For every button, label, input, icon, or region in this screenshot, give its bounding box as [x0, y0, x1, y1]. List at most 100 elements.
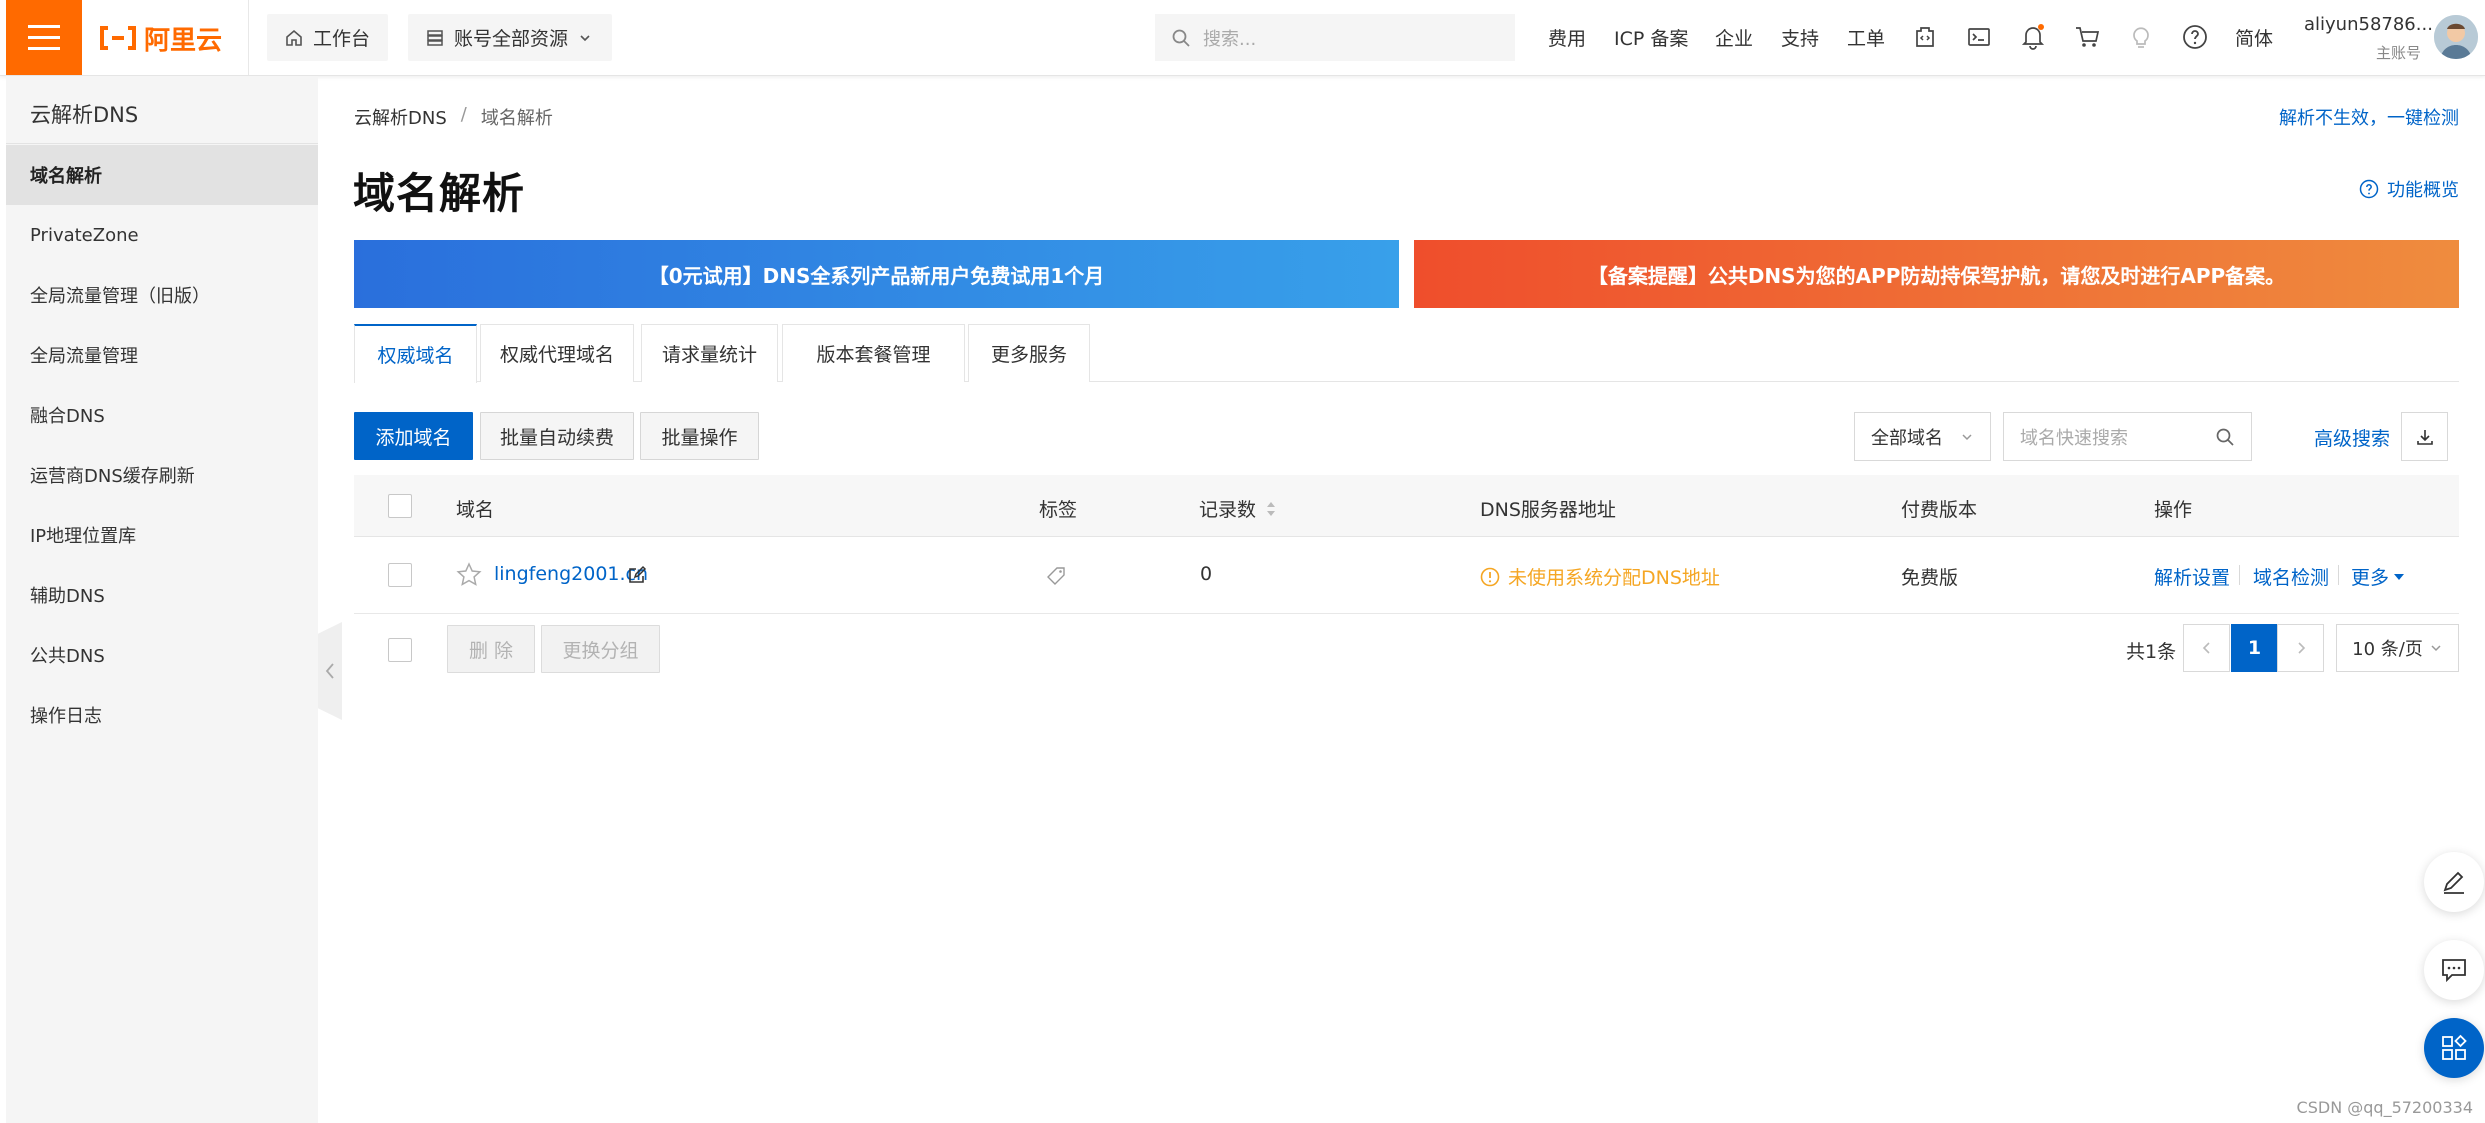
sidebar-item-privatezone[interactable]: PrivateZone: [6, 205, 318, 265]
sidebar-item-operation-log[interactable]: 操作日志: [6, 685, 318, 745]
advanced-search-link[interactable]: 高级搜索: [2314, 424, 2390, 451]
column-plan: 付费版本: [1901, 499, 1978, 521]
account-resources-dropdown[interactable]: 账号全部资源: [408, 14, 612, 61]
chevron-right-icon: [2297, 642, 2305, 654]
action-divider: [2338, 565, 2339, 585]
sidebar-collapse-handle[interactable]: [318, 622, 342, 720]
bell-icon[interactable]: [2018, 22, 2048, 52]
tab-more-services[interactable]: 更多服务: [968, 324, 1090, 382]
avatar[interactable]: [2434, 15, 2478, 59]
domain-name-link[interactable]: lingfeng2001.cn: [494, 563, 648, 585]
chat-button[interactable]: [2424, 940, 2484, 1000]
more-actions-dropdown[interactable]: 更多: [2351, 563, 2405, 590]
language-switch[interactable]: 简体: [2235, 24, 2273, 51]
chevron-left-icon: [2202, 642, 2210, 654]
lightbulb-icon[interactable]: [2126, 22, 2156, 52]
download-icon: [2416, 429, 2433, 445]
dns-status-warning[interactable]: 未使用系统分配DNS地址: [1480, 563, 1720, 590]
footer-select-all-checkbox[interactable]: [388, 638, 412, 662]
sidebar-item-gtm[interactable]: 全局流量管理: [6, 325, 318, 385]
column-tag: 标签: [1039, 499, 1078, 521]
batch-operation-button[interactable]: 批量操作: [640, 412, 759, 460]
download-button[interactable]: [2401, 412, 2448, 461]
enterprise-link[interactable]: 企业: [1715, 24, 1753, 51]
help-icon[interactable]: [2180, 22, 2210, 52]
prev-page-button[interactable]: [2183, 624, 2230, 672]
domain-search-input[interactable]: 域名快速搜索: [2003, 412, 2252, 461]
pen-icon: [2443, 871, 2464, 894]
sidebar: 云解析DNS 域名解析 PrivateZone 全局流量管理（旧版） 全局流量管…: [6, 76, 318, 1123]
tab-plan-management[interactable]: 版本套餐管理: [782, 324, 965, 382]
sidebar-item-cache-refresh[interactable]: 运营商DNS缓存刷新: [6, 445, 318, 505]
menu-icon: [28, 24, 60, 50]
global-search-input[interactable]: 搜索...: [1155, 14, 1515, 61]
resolve-settings-link[interactable]: 解析设置: [2154, 563, 2230, 590]
icp-link[interactable]: ICP 备案: [1614, 24, 1688, 51]
sidebar-item-gtm-legacy[interactable]: 全局流量管理（旧版）: [6, 265, 318, 325]
chevron-down-icon: [1962, 433, 1972, 440]
sidebar-title: 云解析DNS: [30, 103, 139, 127]
star-icon[interactable]: [456, 562, 482, 588]
domain-group-select[interactable]: 全部域名: [1854, 412, 1991, 461]
column-domain: 域名: [456, 499, 495, 521]
apps-button[interactable]: [2424, 1018, 2484, 1078]
action-divider: [2239, 565, 2240, 585]
chat-icon: [2442, 959, 2466, 983]
workbench-button[interactable]: 工作台: [267, 14, 388, 61]
page-size-value: 10 条/页: [2352, 639, 2423, 660]
sidebar-item-fusion-dns[interactable]: 融合DNS: [6, 385, 318, 445]
caret-down-icon: [2394, 573, 2405, 580]
edit-icon[interactable]: [627, 565, 647, 585]
feature-overview-link[interactable]: 功能概览: [2359, 176, 2459, 202]
chevron-down-icon: [580, 34, 590, 41]
apps-icon: [2442, 1034, 2467, 1060]
page-size-select[interactable]: 10 条/页: [2336, 624, 2459, 672]
hamburger-menu-button[interactable]: [6, 0, 82, 75]
terminal-icon[interactable]: [1964, 22, 1994, 52]
one-click-check-link[interactable]: 解析不生效，一键检测: [2279, 104, 2459, 130]
feedback-edit-button[interactable]: [2424, 852, 2484, 912]
total-count: 共1条: [2126, 641, 2177, 663]
sidebar-item-secondary-dns[interactable]: 辅助DNS: [6, 565, 318, 625]
tab-proxy-domains[interactable]: 权威代理域名: [480, 324, 634, 382]
warning-icon: [1480, 567, 1500, 586]
logo-text: 阿里云: [144, 25, 223, 56]
search-icon[interactable]: [2215, 427, 2235, 447]
code-icon[interactable]: [1910, 22, 1940, 52]
delete-button[interactable]: 删 除: [447, 625, 535, 673]
sidebar-item-public-dns[interactable]: 公共DNS: [6, 625, 318, 685]
search-icon: [1172, 29, 1190, 47]
tab-request-stats[interactable]: 请求量统计: [641, 324, 778, 382]
icp-reminder-banner[interactable]: 【备案提醒】公共DNS为您的APP防劫持保驾护航，请您及时进行APP备案。: [1414, 240, 2459, 308]
chevron-down-icon: [2431, 645, 2441, 652]
sidebar-item-ip-geo[interactable]: IP地理位置库: [6, 505, 318, 565]
aliyun-logo[interactable]: 阿里云: [98, 20, 222, 56]
ticket-link[interactable]: 工单: [1847, 24, 1885, 51]
breadcrumb-item-dns[interactable]: 云解析DNS: [354, 104, 447, 130]
support-link[interactable]: 支持: [1781, 24, 1819, 51]
tab-authoritative-domains[interactable]: 权威域名: [354, 324, 477, 383]
column-records[interactable]: 记录数: [1199, 495, 1276, 522]
billing-link[interactable]: 费用: [1548, 24, 1586, 51]
add-domain-button[interactable]: 添加域名: [354, 412, 473, 460]
user-name[interactable]: aliyun58786...: [2304, 14, 2433, 35]
page-1-button[interactable]: 1: [2231, 624, 2278, 672]
change-group-button[interactable]: 更换分组: [541, 625, 660, 673]
breadcrumb: 云解析DNS / 域名解析: [354, 104, 553, 130]
domain-check-link[interactable]: 域名检测: [2253, 563, 2329, 590]
table-row: lingfeng2001.cn 0 未使用系统分配DNS地址 免费版 解析设置 …: [354, 537, 2459, 614]
row-checkbox[interactable]: [388, 563, 412, 587]
sidebar-item-domain-resolution[interactable]: 域名解析: [6, 145, 318, 205]
cart-icon[interactable]: [2072, 22, 2102, 52]
sidebar-divider: [6, 143, 318, 144]
select-all-checkbox[interactable]: [388, 494, 412, 518]
chevron-left-icon: [325, 663, 334, 679]
batch-renew-button[interactable]: 批量自动续费: [480, 412, 634, 460]
avatar-icon: [2434, 15, 2478, 59]
column-actions: 操作: [2154, 499, 2193, 521]
free-trial-banner[interactable]: 【0元试用】DNS全系列产品新用户免费试用1个月: [354, 240, 1399, 308]
aliyun-logo-icon: [100, 26, 136, 50]
next-page-button[interactable]: [2277, 624, 2324, 672]
sort-icon: [1267, 501, 1276, 516]
tag-icon[interactable]: [1046, 566, 1066, 586]
